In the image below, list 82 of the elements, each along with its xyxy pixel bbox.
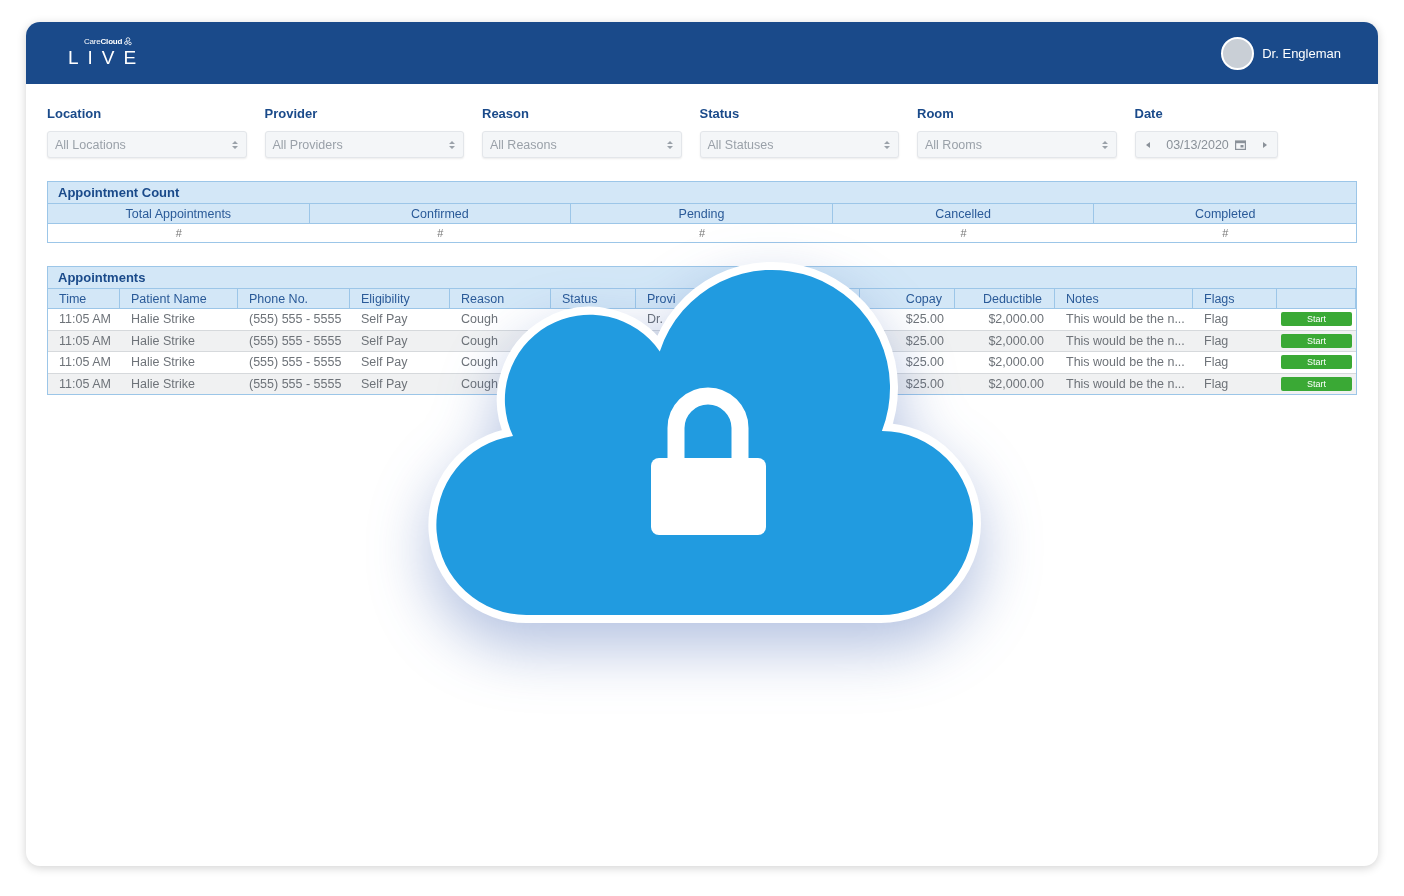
count-cell-text: # bbox=[174, 226, 183, 241]
filter-label: Date bbox=[1134, 106, 1164, 121]
select-value: All Providers bbox=[272, 137, 343, 152]
start-button[interactable]: Start bbox=[1281, 312, 1352, 327]
table-title: Appointment Count bbox=[48, 182, 1356, 204]
user-name: Dr. Engleman bbox=[1262, 45, 1341, 61]
column-header: Notes bbox=[1055, 289, 1193, 309]
table-cell-text: (555) 555 - 5555 bbox=[248, 354, 343, 372]
table-cell-text: $25.00 bbox=[904, 354, 945, 372]
count-cell-text: # bbox=[959, 226, 968, 241]
table-cell-text: This would be the n... bbox=[1065, 375, 1186, 393]
table-cell-text: 11:05 AM bbox=[58, 375, 112, 393]
start-button[interactable]: Start bbox=[1281, 355, 1352, 370]
table-cell-text: Halie Strike bbox=[130, 375, 196, 393]
column-header: Confirmed bbox=[309, 204, 572, 224]
table-cell-text: $2,000.00 bbox=[987, 354, 1045, 372]
table-cell-text: $2,000.00 bbox=[987, 332, 1045, 350]
table-cell-text: 11:05 AM bbox=[58, 311, 112, 329]
column-header: Deductible bbox=[955, 289, 1055, 309]
column-header: Patient Name bbox=[120, 289, 238, 309]
select-value: All Reasons bbox=[490, 137, 557, 152]
table-cell-text: Cough bbox=[460, 332, 499, 350]
select-field[interactable]: All Reasons bbox=[482, 131, 682, 158]
select-value: All Locations bbox=[55, 137, 126, 152]
column-header: Completed bbox=[1094, 204, 1356, 224]
table-cell-text: Self Pay bbox=[360, 375, 409, 393]
select-value: All Rooms bbox=[925, 137, 982, 152]
count-cell-text: # bbox=[436, 226, 445, 241]
column-header: Phone No. bbox=[238, 289, 350, 309]
table-cell-text: (555) 555 - 5555 bbox=[248, 375, 343, 393]
table-cell-text: Halie Strike bbox=[130, 311, 196, 329]
table-cell-text: Flag bbox=[1203, 354, 1230, 372]
table-cell-text: Flag bbox=[1203, 375, 1230, 393]
table-cell-text: Self Pay bbox=[360, 354, 409, 372]
table-cell-text: Self Pay bbox=[360, 332, 409, 350]
column-header: Cancelled bbox=[832, 204, 1095, 224]
column-header: Pending bbox=[571, 204, 833, 224]
filter-label: Room bbox=[917, 106, 955, 121]
date-field[interactable]: 03/13/2020 bbox=[1134, 131, 1278, 158]
table-cell-text: Dr. bbox=[646, 311, 664, 329]
column-header: Time bbox=[48, 289, 120, 309]
column-header: Eligibility bbox=[350, 289, 450, 309]
column-header: Flags bbox=[1193, 289, 1277, 309]
table-title: Appointments bbox=[48, 267, 1356, 289]
filter-label: Reason bbox=[482, 106, 530, 121]
table-cell-text: (555) 555 - 5555 bbox=[248, 332, 343, 350]
table-cell-text: Flag bbox=[1203, 311, 1230, 329]
start-button[interactable]: Start bbox=[1281, 333, 1352, 348]
count-cell-text: # bbox=[697, 226, 707, 241]
select-field[interactable]: All Locations bbox=[47, 131, 247, 158]
table-cell-text: Cough bbox=[460, 311, 499, 329]
select-field[interactable]: All Providers bbox=[264, 131, 464, 158]
select-field[interactable]: All Rooms bbox=[917, 131, 1117, 158]
table-cell-text: $25.00 bbox=[904, 332, 945, 350]
app-title: LIVE bbox=[68, 47, 146, 69]
table-cell-text: Halie Strike bbox=[130, 332, 196, 350]
select-field[interactable]: All Statuses bbox=[699, 131, 899, 158]
column-header: Reason bbox=[450, 289, 551, 309]
table-cell-text: (555) 555 - 5555 bbox=[248, 311, 343, 329]
table-cell-text: Cough bbox=[460, 354, 499, 372]
table-cell-text: Halie Strike bbox=[130, 354, 196, 372]
table-cell-text: This would be the n... bbox=[1065, 311, 1186, 329]
table-cell-text: 11:05 AM bbox=[58, 332, 112, 350]
table-cell-text: $2,000.00 bbox=[987, 375, 1045, 393]
table-cell-text: 11:05 AM bbox=[58, 354, 112, 372]
filter-label: Provider bbox=[264, 106, 319, 121]
filter-label: Status bbox=[699, 106, 741, 121]
start-button[interactable]: Start bbox=[1281, 376, 1352, 391]
date-value: 03/13/2020 bbox=[1166, 137, 1229, 152]
select-value: All Statuses bbox=[707, 137, 774, 152]
table-cell-text: $25.00 bbox=[904, 375, 945, 393]
table-cell-text: Cough bbox=[460, 375, 499, 393]
brand-name: CareCloud bbox=[84, 37, 123, 46]
table-cell-text: $25.00 bbox=[904, 311, 945, 329]
table-cell-text: This would be the n... bbox=[1065, 332, 1186, 350]
filter-label: Location bbox=[47, 106, 103, 121]
table-cell-text: Flag bbox=[1203, 332, 1230, 350]
count-cell-text: # bbox=[1221, 226, 1230, 241]
table-cell-text: $2,000.00 bbox=[987, 311, 1045, 329]
column-header: Total Appointments bbox=[48, 204, 310, 224]
table-cell-text: This would be the n... bbox=[1065, 354, 1186, 372]
table-cell-text: Self Pay bbox=[360, 311, 409, 329]
